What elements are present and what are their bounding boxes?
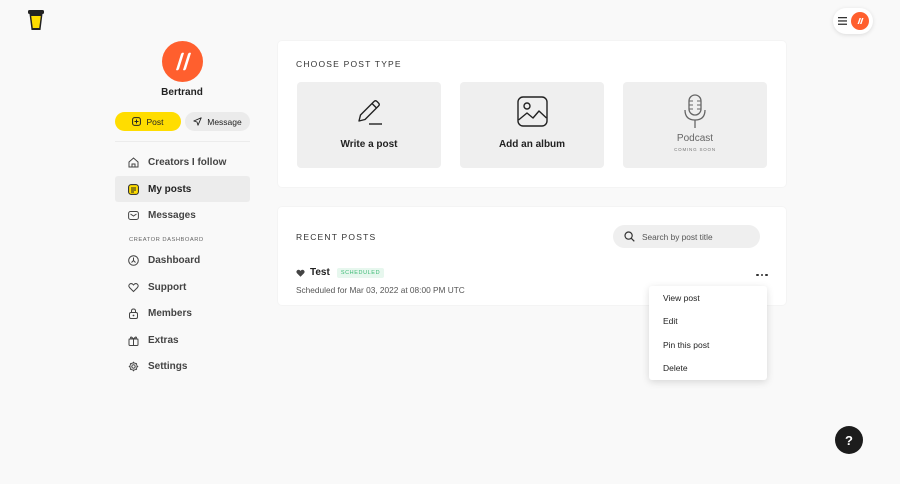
- heart-icon: [128, 282, 139, 292]
- section-label-creator-dashboard: CREATOR DASHBOARD: [129, 237, 204, 243]
- message-button[interactable]: Message: [185, 112, 250, 131]
- plus-square-icon: [132, 117, 142, 126]
- avatar-small: [850, 12, 869, 30]
- message-button-label: Message: [207, 116, 242, 127]
- send-icon: [193, 117, 202, 126]
- sidebar-item-label: Dashboard: [148, 254, 201, 266]
- post-title[interactable]: Test: [310, 267, 330, 278]
- sidebar-item-label: My posts: [148, 183, 192, 195]
- choose-post-type-title: CHOOSE POST TYPE: [296, 59, 402, 69]
- menu-item-edit[interactable]: Edit: [649, 310, 767, 334]
- post-button-label: Post: [146, 116, 164, 127]
- sidebar-item-label: Settings: [148, 360, 188, 372]
- sidebar-item-support[interactable]: Support: [115, 274, 250, 300]
- hamburger-icon: [837, 17, 847, 25]
- image-icon: [516, 96, 548, 127]
- sidebar-item-messages[interactable]: Messages: [115, 202, 250, 228]
- write-post-label: Write a post: [340, 139, 398, 150]
- home-icon: [128, 156, 139, 167]
- dashboard-icon: [128, 254, 139, 266]
- coming-soon-label: COMING SOON: [674, 147, 716, 152]
- sidebar-divider: [115, 141, 250, 142]
- search-input[interactable]: [642, 231, 752, 242]
- menu-item-pin-post[interactable]: Pin this post: [649, 333, 767, 357]
- sidebar-item-settings[interactable]: Settings: [115, 353, 250, 379]
- post-button[interactable]: Post: [115, 112, 181, 131]
- sidebar-item-label: Members: [148, 307, 192, 319]
- post-schedule-meta: Scheduled for Mar 03, 2022 at 08:00 PM U…: [296, 285, 465, 295]
- sidebar-item-label: Creators I follow: [148, 156, 227, 168]
- gear-icon: [128, 361, 139, 371]
- profile-name: Bertrand: [161, 87, 203, 98]
- menu-item-view-post[interactable]: View post: [649, 286, 767, 310]
- lock-icon: [129, 307, 138, 319]
- posts-icon: [128, 183, 139, 195]
- microphone-icon: [684, 94, 706, 128]
- status-badge: SCHEDULED: [336, 267, 385, 278]
- post-row[interactable]: Test SCHEDULED: [296, 267, 385, 278]
- podcast-tile: Podcast COMING SOON: [623, 82, 767, 168]
- write-post-tile[interactable]: Write a post: [297, 82, 441, 168]
- post-options-menu: View post Edit Pin this post Delete: [649, 286, 767, 380]
- menu-item-delete[interactable]: Delete: [649, 357, 767, 381]
- sidebar-item-label: Extras: [148, 334, 179, 346]
- logo-icon[interactable]: [26, 9, 46, 31]
- sidebar-item-label: Messages: [148, 209, 196, 221]
- more-options-icon[interactable]: [756, 272, 768, 278]
- pencil-icon: [358, 100, 382, 125]
- account-menu-button[interactable]: [833, 8, 873, 34]
- search-icon: [624, 231, 635, 242]
- recent-posts-title: RECENT POSTS: [296, 232, 377, 242]
- podcast-label: Podcast: [676, 133, 714, 144]
- add-album-tile[interactable]: Add an album: [460, 82, 604, 168]
- sidebar-item-creators-i-follow[interactable]: Creators I follow: [115, 149, 250, 175]
- sidebar-item-members[interactable]: Members: [115, 300, 250, 326]
- sidebar-item-label: Support: [148, 281, 187, 293]
- mail-icon: [128, 210, 139, 220]
- sidebar-item-extras[interactable]: Extras: [115, 327, 250, 353]
- sidebar-item-my-posts[interactable]: My posts: [115, 176, 250, 202]
- add-album-label: Add an album: [498, 139, 566, 150]
- heart-filled-icon: [296, 269, 305, 277]
- gift-icon: [128, 336, 139, 346]
- help-button[interactable]: ?: [835, 426, 863, 454]
- avatar[interactable]: [162, 41, 203, 82]
- sidebar-item-dashboard[interactable]: Dashboard: [115, 247, 250, 273]
- search-box[interactable]: [613, 225, 760, 248]
